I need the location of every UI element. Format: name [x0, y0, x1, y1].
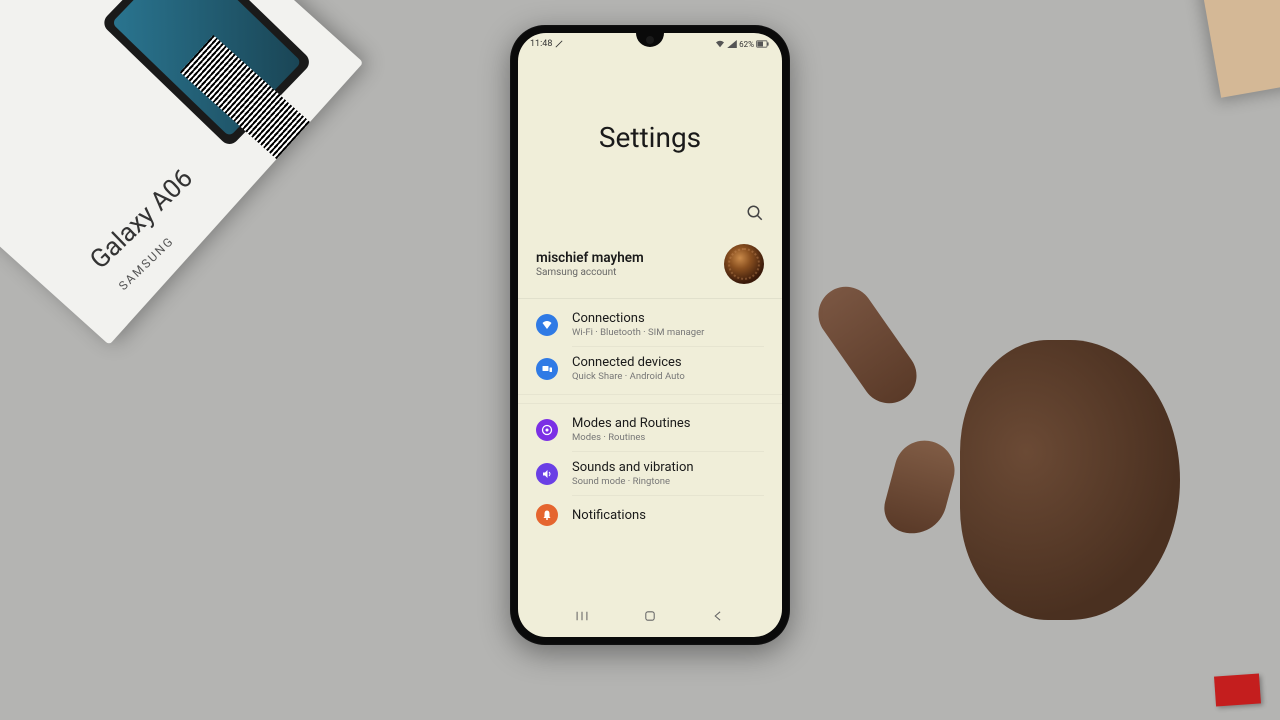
red-tab-logo	[1214, 673, 1261, 706]
modes-icon	[536, 419, 558, 441]
page-title: Settings	[518, 121, 782, 154]
item-subtitle: Quick Share · Android Auto	[572, 371, 685, 382]
account-row[interactable]: mischief mayhem Samsung account	[518, 230, 782, 299]
item-subtitle: Wi-Fi · Bluetooth · SIM manager	[572, 327, 704, 338]
phone-screen: 11:48 62% Settings mischief may	[518, 33, 782, 637]
search-button[interactable]	[746, 204, 764, 222]
settings-item-connected-devices[interactable]: Connected devices Quick Share · Android …	[518, 347, 782, 390]
back-button[interactable]	[711, 608, 725, 627]
speaker-icon	[536, 463, 558, 485]
item-subtitle: Modes · Routines	[572, 432, 691, 443]
navigation-bar	[518, 602, 782, 633]
item-title: Sounds and vibration	[572, 460, 694, 475]
settings-item-notifications[interactable]: Notifications	[518, 496, 782, 534]
settings-item-modes-routines[interactable]: Modes and Routines Modes · Routines	[518, 408, 782, 451]
product-box: Galaxy A06 SAMSUNG	[0, 0, 363, 345]
home-icon	[643, 609, 657, 623]
account-subtitle: Samsung account	[536, 267, 644, 278]
item-title: Connected devices	[572, 355, 685, 370]
item-subtitle: Sound mode · Ringtone	[572, 476, 694, 487]
home-button[interactable]	[643, 608, 657, 627]
item-title: Notifications	[572, 508, 646, 523]
settings-header: Settings	[518, 51, 782, 204]
battery-icon	[756, 40, 770, 48]
hand	[860, 280, 1180, 680]
item-title: Modes and Routines	[572, 416, 691, 431]
settings-item-connections[interactable]: Connections Wi-Fi · Bluetooth · SIM mana…	[518, 303, 782, 346]
account-name: mischief mayhem	[536, 250, 644, 266]
settings-item-sounds-vibration[interactable]: Sounds and vibration Sound mode · Ringto…	[518, 452, 782, 495]
wood-block	[1200, 0, 1280, 98]
bell-icon	[536, 504, 558, 526]
back-icon	[711, 609, 725, 623]
avatar[interactable]	[724, 244, 764, 284]
recents-button[interactable]	[575, 608, 589, 627]
recents-icon	[575, 609, 589, 623]
status-time: 11:48	[530, 39, 552, 49]
status-battery: 62%	[739, 40, 754, 49]
search-icon	[746, 204, 764, 222]
phone-device: 11:48 62% Settings mischief may	[510, 25, 790, 645]
wifi-icon	[536, 314, 558, 336]
item-title: Connections	[572, 311, 704, 326]
status-indicator-icon	[555, 40, 563, 48]
signal-icon	[727, 40, 737, 48]
wifi-icon	[715, 40, 725, 48]
devices-icon	[536, 358, 558, 380]
